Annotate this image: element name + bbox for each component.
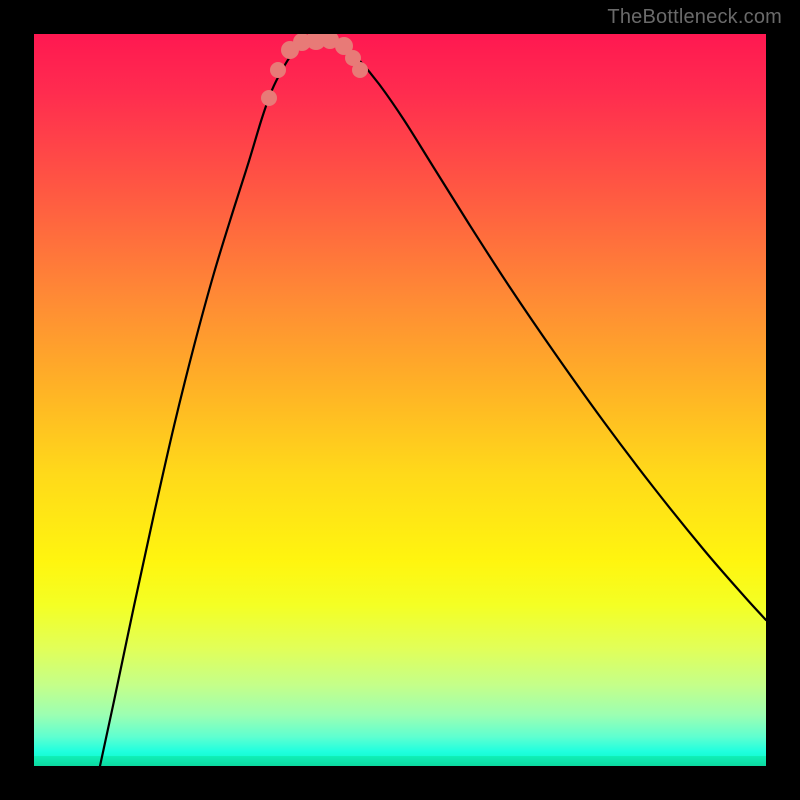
highlight-marker (352, 62, 368, 78)
plot-area (34, 34, 766, 766)
curve-left (100, 36, 322, 766)
marker-group (261, 34, 368, 106)
chart-frame: TheBottleneck.com (0, 0, 800, 800)
watermark-text: TheBottleneck.com (607, 6, 782, 29)
highlight-marker (261, 90, 277, 106)
highlight-marker (270, 62, 286, 78)
curve-right (322, 36, 766, 620)
curve-layer (34, 34, 766, 766)
